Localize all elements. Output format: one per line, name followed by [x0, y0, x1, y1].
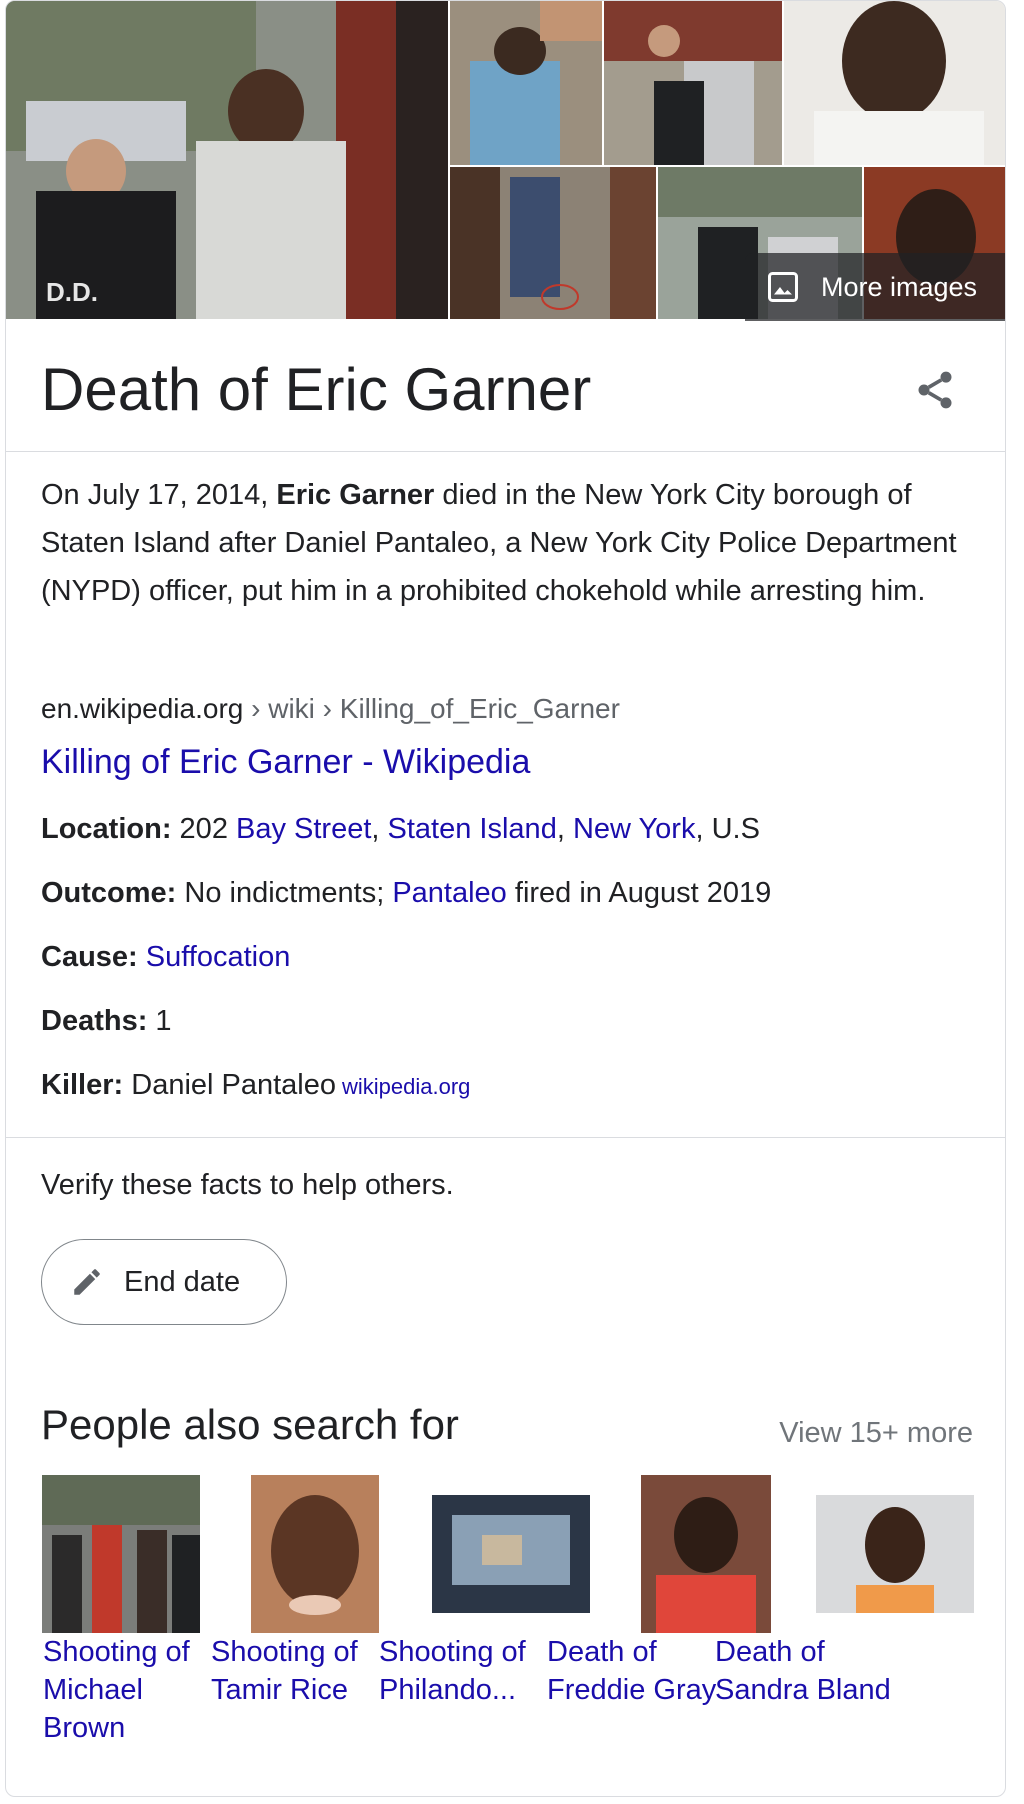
image-icon: [765, 269, 801, 305]
share-icon[interactable]: [913, 367, 957, 413]
people-also-search-heading: People also search for: [41, 1401, 459, 1448]
description-bold: Eric Garner: [276, 479, 435, 511]
photo-5[interactable]: [450, 167, 656, 319]
philando-label[interactable]: Shooting of Philando...: [379, 1633, 559, 1709]
new-york-link[interactable]: New York: [573, 813, 696, 845]
knowledge-panel: D.D. More images Death of Eric Garner On…: [5, 0, 1006, 1797]
fact-killer-label: Killer:: [41, 1069, 124, 1101]
pantaleo-link[interactable]: Pantaleo: [392, 877, 507, 909]
image-collage: D.D. More images: [6, 1, 1005, 321]
fact-deaths: Deaths: 1: [41, 1005, 172, 1038]
freddie-gray-image[interactable]: [641, 1475, 771, 1633]
photo-3[interactable]: [604, 1, 782, 165]
bay-street-link[interactable]: Bay Street: [236, 813, 371, 845]
fact-outcome-label: Outcome:: [41, 877, 177, 909]
fact-location: Location: 202 Bay Street, Staten Island,…: [41, 813, 760, 846]
tamir-rice-label[interactable]: Shooting of Tamir Rice: [211, 1633, 391, 1709]
more-images-label: More images: [821, 271, 978, 302]
freddie-gray-label[interactable]: Death of Freddie Gray: [547, 1633, 727, 1709]
view-more-link[interactable]: View 15+ more: [779, 1417, 973, 1450]
sandra-bland-label[interactable]: Death of Sandra Bland: [715, 1633, 895, 1709]
fact-location-suffix: , U.S: [695, 813, 760, 845]
fact-killer: Killer: Daniel Pantaleo wikipedia.org: [41, 1069, 470, 1102]
fact-location-prefix: 202: [171, 813, 236, 845]
title-row: Death of Eric Garner: [6, 321, 1005, 452]
fact-outcome-suffix: fired in August 2019: [506, 877, 772, 909]
fact-killer-value: Daniel Pantaleo: [123, 1069, 337, 1101]
fact-cause-label: Cause:: [41, 941, 138, 973]
photo-2[interactable]: [450, 1, 602, 165]
staten-island-link[interactable]: Staten Island: [388, 813, 557, 845]
fact-location-sep2: ,: [556, 813, 573, 845]
description: On July 17, 2014, Eric Garner died in th…: [41, 471, 981, 615]
fact-outcome-prefix: No indictments;: [176, 877, 393, 909]
killer-source-link[interactable]: wikipedia.org: [342, 1074, 470, 1099]
source-breadcrumb[interactable]: en.wikipedia.org › wiki › Killing_of_Eri…: [41, 693, 620, 725]
suffocation-link[interactable]: Suffocation: [146, 941, 291, 973]
tamir-rice-image[interactable]: [251, 1475, 379, 1633]
end-date-button[interactable]: End date: [41, 1239, 287, 1325]
panel-title: Death of Eric Garner: [41, 356, 592, 423]
description-before: On July 17, 2014,: [41, 479, 277, 511]
fact-deaths-label: Deaths:: [41, 1005, 148, 1037]
pencil-icon: [70, 1265, 104, 1299]
source-crumbs: › wiki › Killing_of_Eric_Garner: [243, 693, 620, 724]
wikipedia-link[interactable]: Killing of Eric Garner - Wikipedia: [41, 743, 530, 782]
fact-location-label: Location:: [41, 813, 172, 845]
main-photo[interactable]: D.D.: [6, 1, 448, 319]
fact-outcome: Outcome: No indictments; Pantaleo fired …: [41, 877, 771, 910]
fact-cause: Cause: Suffocation: [41, 941, 290, 974]
photo-4[interactable]: [784, 1, 1005, 165]
svg-text:D.D.: D.D.: [46, 277, 98, 307]
more-images-button[interactable]: More images: [745, 253, 1005, 321]
divider: [6, 1137, 1005, 1138]
end-date-label: End date: [124, 1265, 241, 1298]
michael-brown-label[interactable]: Shooting of Michael Brown: [43, 1633, 223, 1747]
source-domain: en.wikipedia.org: [41, 693, 244, 724]
verify-text: Verify these facts to help others.: [41, 1169, 454, 1201]
fact-location-sep1: ,: [371, 813, 388, 845]
sandra-bland-image[interactable]: [816, 1495, 974, 1613]
michael-brown-image[interactable]: [42, 1475, 200, 1633]
fact-deaths-value: 1: [147, 1005, 172, 1037]
philando-image[interactable]: [432, 1495, 590, 1613]
